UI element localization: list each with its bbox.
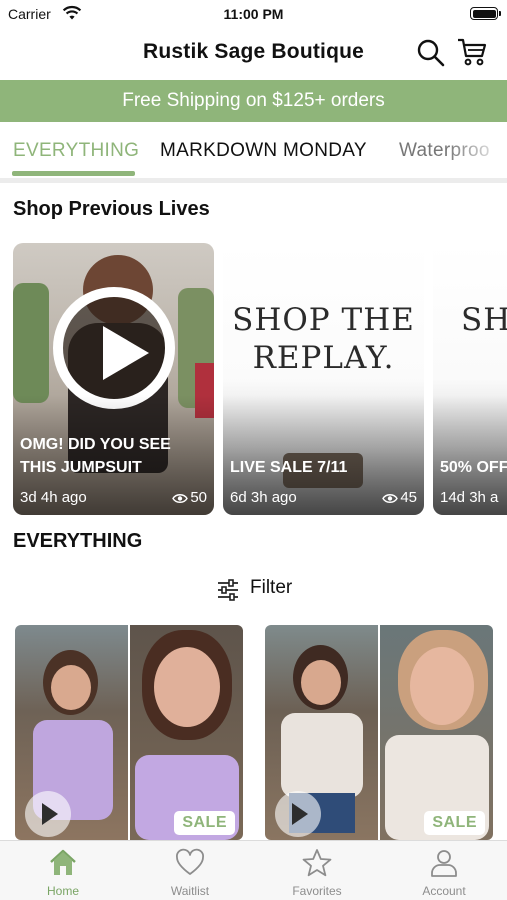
cart-icon[interactable] bbox=[456, 36, 488, 68]
nav-label: Account bbox=[422, 884, 466, 898]
person-icon bbox=[431, 850, 457, 877]
product-image bbox=[380, 625, 493, 840]
views-count: 45 bbox=[400, 489, 417, 506]
eye-icon bbox=[172, 493, 189, 503]
divider bbox=[0, 178, 507, 183]
clock: 11:00 PM bbox=[223, 6, 284, 22]
search-icon[interactable] bbox=[416, 38, 446, 68]
previous-lives-carousel: OMG! DID YOU SEE THIS JUMPSUIT 3d 4h ago… bbox=[0, 243, 507, 515]
category-tabs: EVERYTHING MARKDOWN MONDAY Waterproo bbox=[0, 122, 507, 178]
section-title-everything: EVERYTHING bbox=[13, 530, 143, 552]
app-header: Rustik Sage Boutique bbox=[0, 30, 507, 76]
sliders-icon bbox=[218, 579, 238, 601]
live-time-ago: 3d 4h ago bbox=[20, 489, 87, 506]
live-caption: OMG! DID YOU SEE THIS JUMPSUIT bbox=[20, 436, 171, 476]
live-views: 45 bbox=[382, 489, 417, 506]
active-tab-indicator bbox=[12, 171, 135, 176]
status-bar: Carrier 11:00 PM bbox=[0, 0, 507, 28]
nav-label: Favorites bbox=[292, 884, 342, 898]
nav-label: Home bbox=[46, 884, 79, 898]
live-caption: 50% OFF SALE! *F bbox=[440, 459, 507, 476]
bottom-nav: Home Waitlist Favorites Account bbox=[0, 840, 507, 900]
live-time-ago: 14d 3h a bbox=[440, 489, 499, 506]
sale-badge: SALE bbox=[424, 811, 485, 835]
replay-graphic-text: SHO RE bbox=[461, 302, 507, 338]
nav-account[interactable]: Account bbox=[381, 841, 507, 900]
replay-graphic-text: SHOP THE REPLAY. bbox=[232, 302, 415, 376]
live-views: 50 bbox=[172, 489, 207, 506]
eye-icon bbox=[382, 493, 399, 503]
views-count: 50 bbox=[190, 489, 207, 506]
nav-waitlist[interactable]: Waitlist bbox=[127, 841, 253, 900]
product-card[interactable]: SALE bbox=[15, 625, 243, 840]
filter-label: Filter bbox=[250, 577, 293, 598]
live-time-ago: 6d 3h ago bbox=[230, 489, 297, 506]
tab-everything[interactable]: EVERYTHING bbox=[13, 140, 139, 162]
battery-icon bbox=[470, 7, 501, 20]
promo-banner[interactable]: Free Shipping on $125+ orders bbox=[0, 80, 507, 122]
heart-icon bbox=[176, 848, 204, 875]
home-icon bbox=[50, 849, 76, 875]
section-title-previous-lives: Shop Previous Lives bbox=[13, 198, 210, 220]
live-caption: LIVE SALE 7/11 bbox=[230, 459, 348, 476]
play-icon[interactable] bbox=[53, 287, 175, 409]
live-card[interactable]: SHO RE 50% OFF SALE! *F 14d 3h a bbox=[433, 243, 507, 515]
nav-label: Waitlist bbox=[170, 884, 210, 898]
live-card[interactable]: SHOP THE REPLAY. LIVE SALE 7/11 6d 3h ag… bbox=[223, 243, 424, 515]
sale-badge: SALE bbox=[174, 811, 235, 835]
product-card[interactable]: SALE bbox=[265, 625, 493, 840]
live-card[interactable]: OMG! DID YOU SEE THIS JUMPSUIT 3d 4h ago… bbox=[13, 243, 214, 515]
play-icon[interactable] bbox=[275, 791, 321, 837]
tab-markdown-monday[interactable]: MARKDOWN MONDAY bbox=[160, 140, 367, 162]
product-image bbox=[130, 625, 243, 840]
star-icon bbox=[302, 849, 332, 877]
nav-favorites[interactable]: Favorites bbox=[254, 841, 380, 900]
play-icon[interactable] bbox=[25, 791, 71, 837]
nav-home[interactable]: Home bbox=[0, 841, 126, 900]
